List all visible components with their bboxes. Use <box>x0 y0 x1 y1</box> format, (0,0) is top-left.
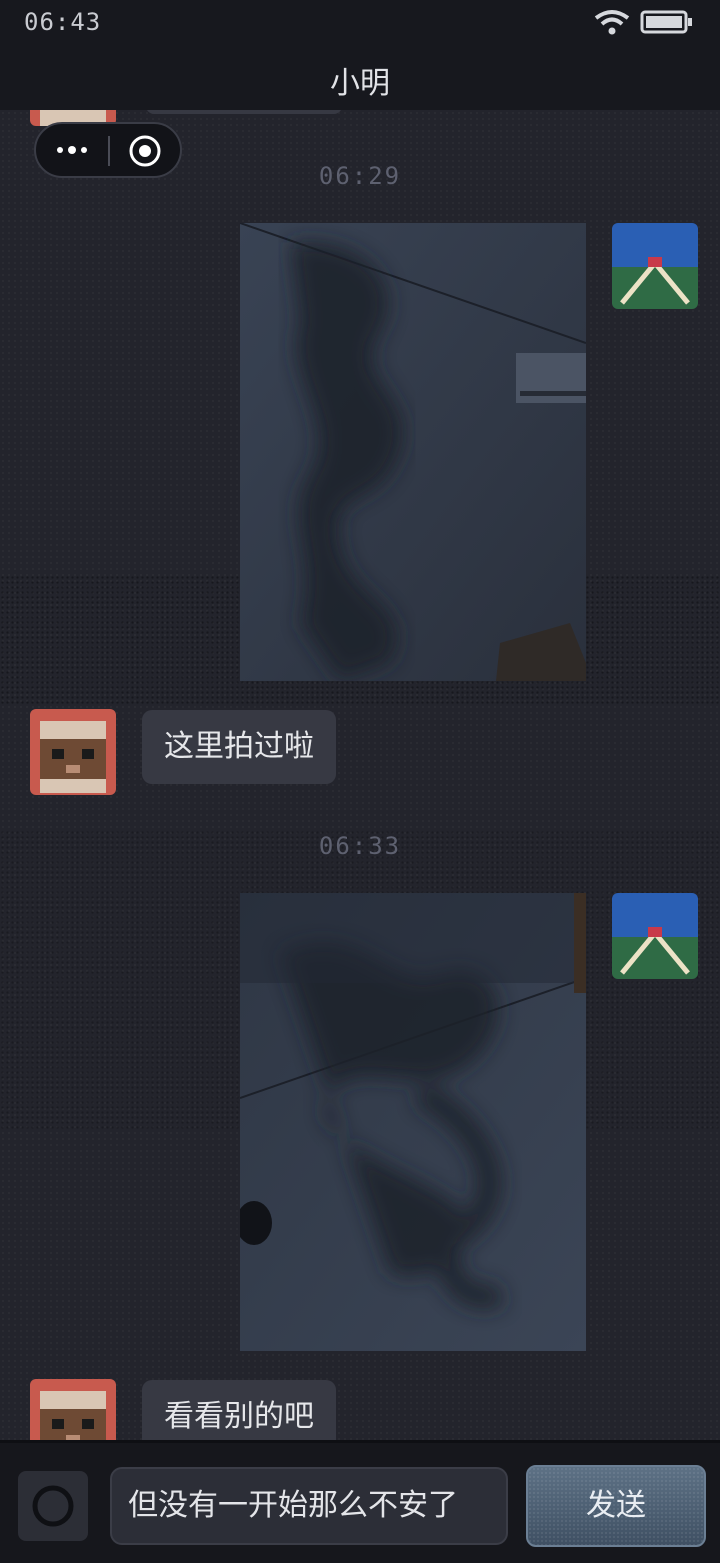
message-bubble[interactable]: 这里拍过啦 <box>142 710 336 784</box>
composer-bar: 但没有一开始那么不安了 发送 <box>0 1440 720 1563</box>
avatar-contact[interactable] <box>30 1379 116 1440</box>
avatar-me[interactable] <box>612 893 698 979</box>
title-bar: 小明 <box>0 44 720 112</box>
timestamp: 06:33 <box>318 832 402 860</box>
more-dots-icon[interactable] <box>52 138 92 162</box>
wifi-icon <box>594 10 630 35</box>
sent-photo[interactable] <box>240 223 586 681</box>
avatar-me[interactable] <box>612 223 698 309</box>
message-input[interactable]: 但没有一开始那么不安了 <box>110 1467 508 1545</box>
chat-area[interactable]: 06:29 这里拍过啦 06:33 看看别的吧 <box>0 110 720 1440</box>
status-time: 06:43 <box>24 8 102 36</box>
camera-icon <box>32 1485 74 1527</box>
capsule-menu <box>34 122 182 178</box>
avatar-contact[interactable] <box>30 709 116 795</box>
record-circle-icon[interactable] <box>128 134 162 168</box>
chat-title: 小明 <box>330 66 390 101</box>
message-bubble[interactable]: 看看别的吧 <box>142 1380 336 1440</box>
camera-button[interactable] <box>18 1471 88 1541</box>
status-bar: 06:43 <box>0 0 720 44</box>
sent-photo[interactable] <box>240 893 586 1351</box>
previous-bubble <box>146 110 342 114</box>
send-button[interactable]: 发送 <box>526 1465 706 1547</box>
capsule-divider <box>108 136 110 166</box>
battery-icon <box>640 10 692 34</box>
